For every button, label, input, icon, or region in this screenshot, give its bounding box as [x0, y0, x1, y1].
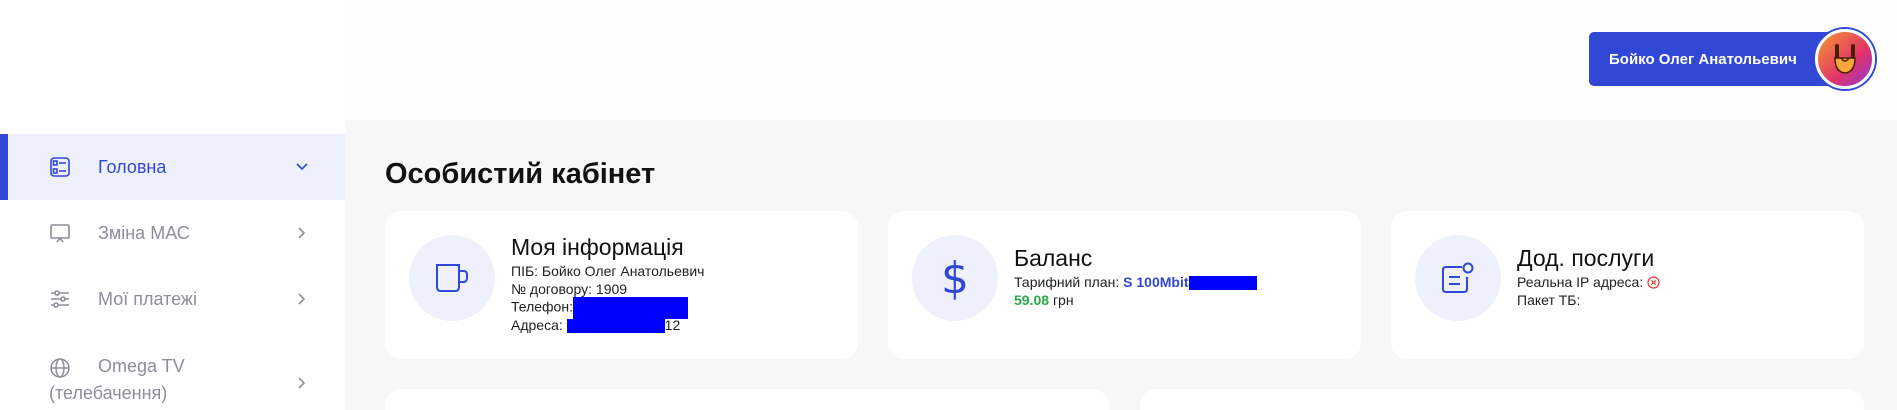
tv-package-row: Пакет ТБ:	[1517, 292, 1580, 308]
page-title: Особистий кабінет	[385, 158, 656, 190]
error-circle-icon	[1647, 274, 1660, 290]
pib-text: ПІБ: Бойко Олег Анатольевич	[511, 263, 705, 279]
redaction-block	[1188, 276, 1257, 291]
services-icon	[1415, 235, 1501, 321]
sidebar-item-omega-tv[interactable]: Omega TV (телебачення)	[0, 350, 345, 410]
main-content: Бойко Олег Анатольевич Особистий кабінет…	[345, 0, 1897, 410]
tariff-row: Тарифний план: S 100Mbit	[1014, 274, 1257, 291]
card-title: Баланс	[1014, 245, 1093, 271]
sidebar-item-label: Omega TV	[98, 356, 185, 376]
currency: грн	[1052, 292, 1074, 308]
address-row: Адреса: 12	[511, 317, 681, 334]
sidebar-item-change-mac[interactable]: Зміна МАС	[0, 200, 345, 266]
monitor-icon	[48, 221, 72, 245]
redaction-block	[572, 297, 688, 319]
sidebar: Головна Зміна МАС Мої платежі Omega TV (…	[0, 0, 345, 410]
bottom-card-left	[385, 389, 1109, 410]
sidebar-item-label-secondary: (телебачення)	[49, 383, 168, 403]
chevron-right-icon	[295, 226, 309, 240]
sidebar-item-label: Зміна МАС	[98, 222, 190, 243]
my-info-card: Моя інформація ПІБ: Бойко Олег Анатольев…	[385, 211, 858, 359]
balance-amount: 59.08	[1014, 292, 1050, 308]
chevron-right-icon	[295, 376, 309, 390]
phone-row: Телефон:	[511, 297, 688, 319]
dashboard-icon	[48, 155, 72, 179]
phone-label: Телефон:	[511, 298, 573, 315]
balance-row: 59.08 грн	[1014, 292, 1074, 308]
redaction-block	[566, 319, 665, 334]
address-label: Адреса:	[511, 317, 563, 333]
address-suffix: 12	[664, 317, 681, 333]
globe-icon	[48, 356, 72, 380]
sidebar-item-label: Головна	[98, 156, 167, 177]
additional-services-card: Дод. послуги Реальна IP адреса: Пакет ТБ…	[1391, 211, 1864, 359]
rock-hand-icon	[1834, 44, 1856, 74]
sidebar-item-label: Мої платежі	[98, 288, 197, 309]
card-title: Моя інформація	[511, 234, 684, 260]
cup-icon	[409, 235, 495, 321]
bottom-card-right	[1140, 389, 1864, 410]
dollar-icon: $	[912, 235, 998, 321]
balance-card: $ Баланс Тарифний план: S 100Mbit 59.08 …	[888, 211, 1361, 359]
sidebar-item-payments[interactable]: Мої платежі	[0, 266, 345, 332]
avatar[interactable]	[1815, 29, 1875, 89]
tv-package-label: Пакет ТБ:	[1517, 292, 1581, 308]
chevron-right-icon	[295, 292, 309, 306]
ip-label: Реальна IP адреса:	[1517, 274, 1644, 290]
sidebar-item-home[interactable]: Головна	[0, 134, 345, 200]
sliders-icon	[48, 287, 72, 311]
tariff-value: S 100Mbit	[1123, 274, 1189, 290]
card-title: Дод. послуги	[1517, 245, 1655, 271]
user-name: Бойко Олег Анатольевич	[1609, 50, 1797, 68]
contract-number: № договору: 1909	[511, 281, 628, 297]
user-menu-button[interactable]: Бойко Олег Анатольевич	[1589, 32, 1833, 86]
top-bar: Бойко Олег Анатольевич	[345, 0, 1897, 120]
chevron-down-icon	[295, 160, 309, 174]
tariff-label: Тарифний план:	[1014, 274, 1120, 290]
ip-row: Реальна IP адреса:	[1517, 274, 1660, 290]
